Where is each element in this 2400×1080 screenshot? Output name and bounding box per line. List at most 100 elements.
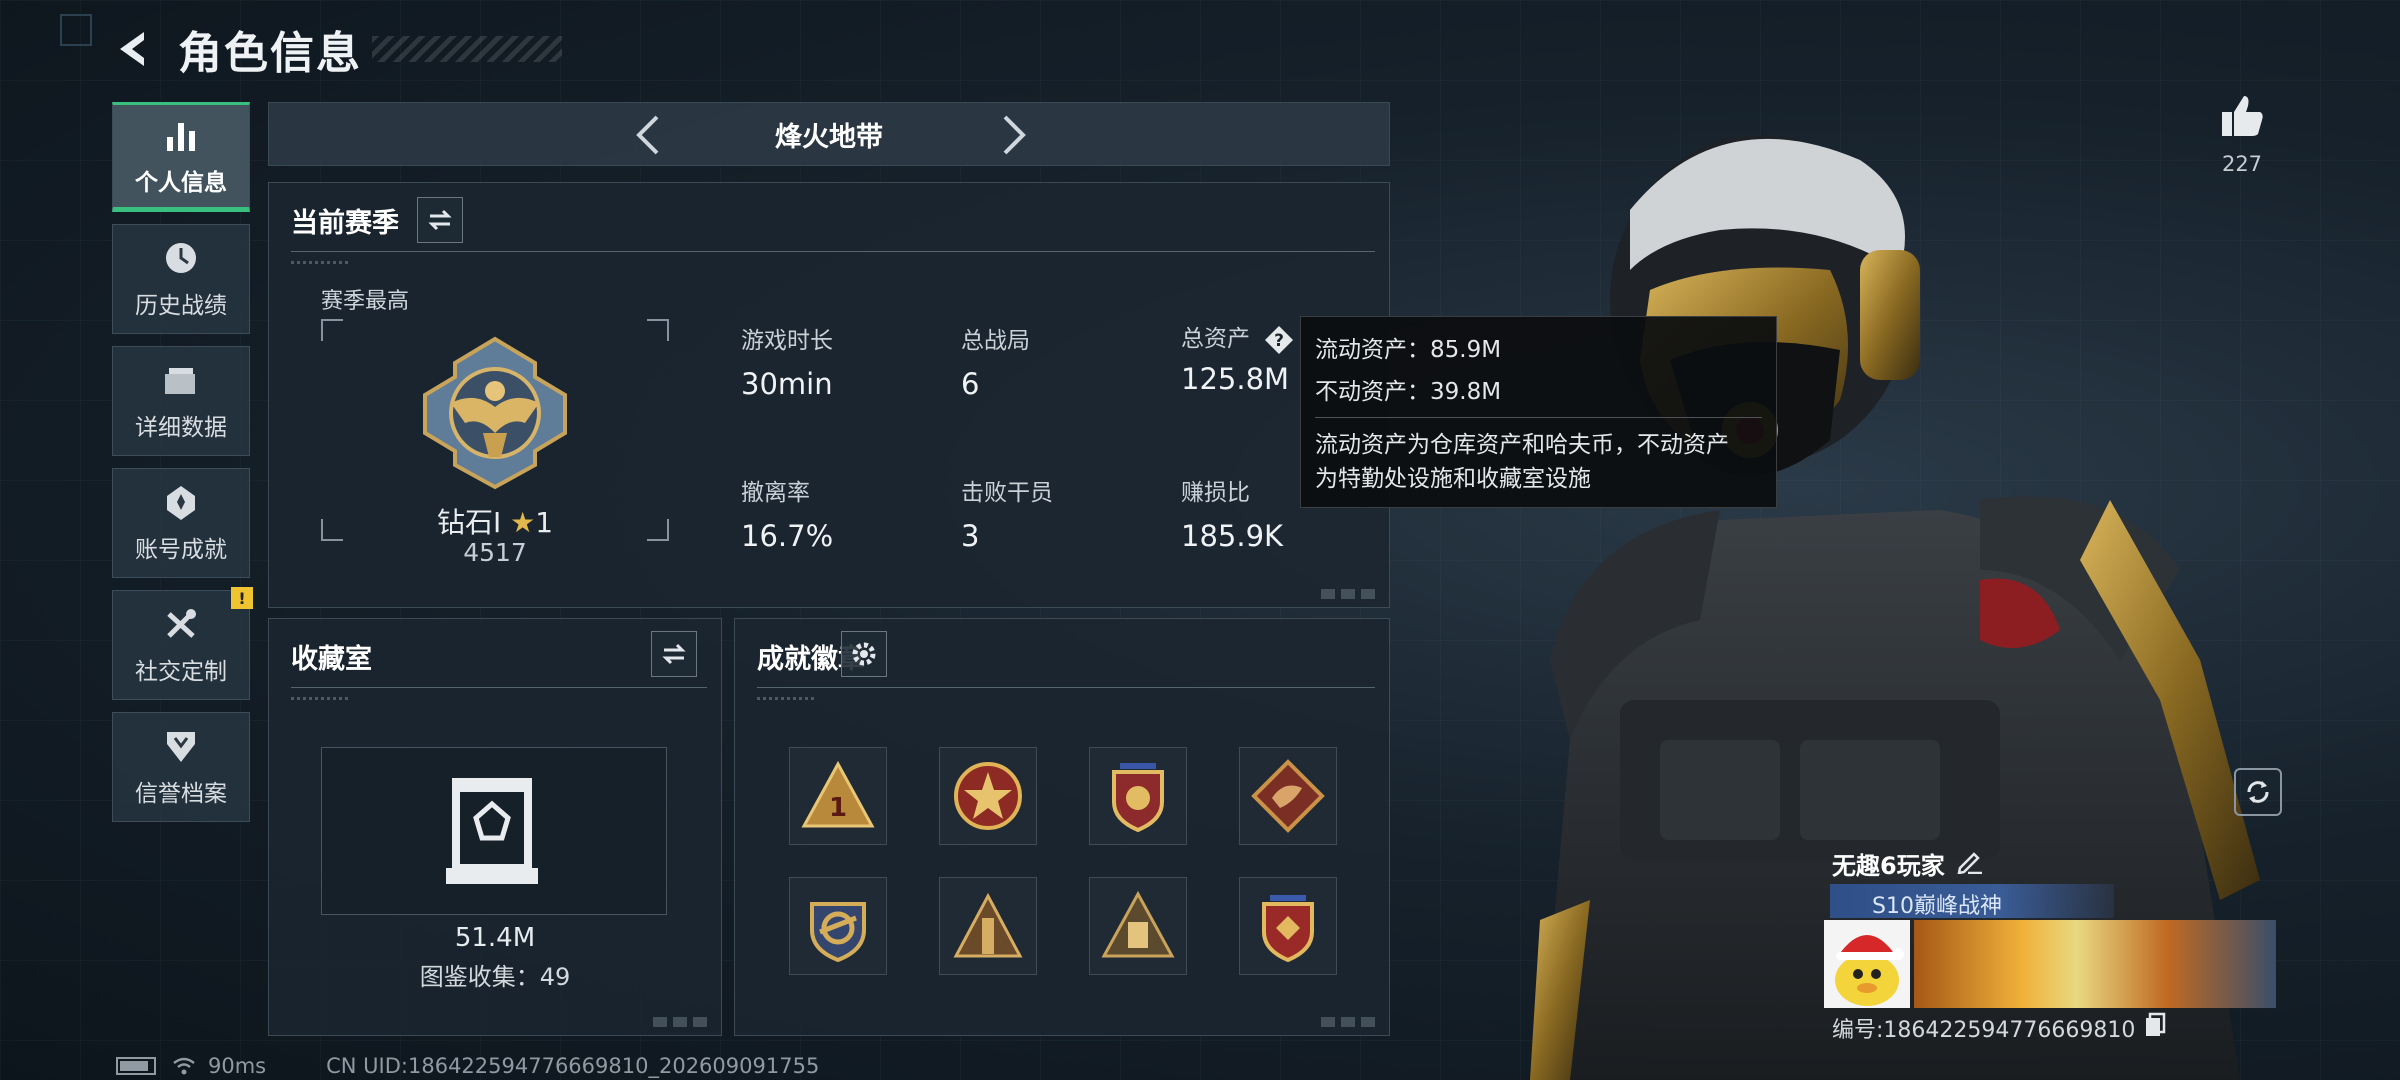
page-header: 角色信息 [110, 18, 562, 80]
clock-icon [166, 243, 196, 273]
panel-corner-decoration [1321, 1017, 1379, 1027]
sidebar-item-achievements[interactable]: 账号成就 [112, 468, 250, 578]
tooltip-note-line: 为特勤处设施和收藏室设施 [1315, 466, 1591, 492]
stat-extraction-rate: 撤离率 16.7% [741, 480, 834, 553]
sidebar-item-label: 信誉档案 [135, 781, 227, 807]
tooltip-liquid-assets: 流动资产：85.9M [1315, 337, 1502, 363]
badges-settings-button[interactable] [841, 631, 887, 677]
avatar[interactable] [1824, 920, 1910, 1008]
badge-slot[interactable] [1089, 747, 1187, 845]
svg-text:1: 1 [829, 793, 847, 823]
crest-badge-icon [810, 902, 866, 963]
edit-pencil-icon[interactable] [1956, 846, 1984, 874]
season-switch-button[interactable] [417, 197, 463, 243]
sidebar-item-label: 社交定制 [135, 659, 227, 685]
divider-dash [291, 261, 351, 264]
svg-text:?: ? [1274, 331, 1284, 351]
triangle-number-badge-icon: 1 [801, 760, 875, 828]
swap-icon [662, 643, 686, 665]
display-case-icon [446, 778, 538, 884]
stat-total-assets: 总资产 ? 125.8M [1181, 319, 1295, 396]
panel-corner-decoration [653, 1017, 711, 1027]
badge-slot[interactable] [1239, 747, 1337, 845]
achievement-badges-panel: 成就徽章 1 [734, 618, 1390, 1036]
medal-icon [167, 486, 195, 520]
stat-kills: 击败干员 3 [961, 480, 1053, 553]
mode-selector: 烽火地带 [268, 102, 1390, 166]
sidebar-item-history[interactable]: 历史战绩 [112, 224, 250, 334]
thumbs-up-icon [2222, 96, 2263, 136]
help-icon[interactable]: ? [1263, 324, 1295, 356]
tooltip-note-line: 流动资产为仓库资产和哈夫币，不动资产 [1315, 432, 1729, 458]
tooltip-fixed-assets: 不动资产：39.8M [1315, 379, 1502, 405]
assets-tooltip: 流动资产：85.9M 不动资产：39.8M 流动资产为仓库资产和哈夫币，不动资产… [1300, 316, 1777, 508]
collection-switch-button[interactable] [651, 631, 697, 677]
sidebar-item-label: 详细数据 [135, 415, 227, 441]
title-tag: S10巅峰战神 [1830, 884, 2114, 919]
corner-decoration [60, 14, 92, 46]
collection-count: 图鉴收集：49 [419, 963, 571, 991]
tools-icon [167, 609, 196, 638]
sidebar-item-detail-data[interactable]: 详细数据 [112, 346, 250, 456]
shield-ribbon-badge-icon [1262, 895, 1314, 963]
player-id: 编号:186422594776669810 [1832, 1018, 2136, 1043]
bar-chart-icon [167, 123, 195, 151]
wifi-icon [173, 1057, 195, 1075]
mode-name: 烽火地带 [775, 121, 883, 153]
badge-slot[interactable] [789, 877, 887, 975]
title-decoration [372, 36, 562, 62]
rotate-model-button[interactable] [2234, 768, 2282, 816]
badge-slot[interactable] [939, 747, 1037, 845]
shield-star-badge-icon [1112, 763, 1164, 833]
tower-triangle-badge-icon [953, 892, 1023, 958]
divider [291, 687, 707, 688]
panel-corner-decoration [1321, 589, 1379, 599]
season-panel: 当前赛季 赛季最高 钻石I ★1 4517 游戏时长 30min 总战局 6 总… [268, 182, 1390, 608]
sidebar-item-personal-info[interactable]: 个人信息 [112, 102, 250, 212]
stat-profit-ratio: 赚损比 185.9K [1181, 480, 1284, 553]
player-banner[interactable] [1914, 920, 2276, 1008]
rank-emblem-icon [423, 336, 567, 490]
star-medal-badge-icon [954, 762, 1022, 830]
sidebar-item-reputation[interactable]: 信誉档案 [112, 712, 250, 822]
copy-icon[interactable] [2144, 1012, 2166, 1038]
prev-mode-arrow-icon[interactable] [627, 113, 671, 157]
sidebar-item-label: 个人信息 [135, 170, 227, 196]
divider [1315, 417, 1762, 418]
status-bar: 90ms CN UID:186422594776669810_202609091… [116, 1054, 819, 1078]
badge-slot[interactable] [1239, 877, 1337, 975]
like-button[interactable]: 227 [2214, 92, 2270, 176]
notification-badge: ! [231, 587, 253, 609]
star-icon: ★ [510, 506, 536, 539]
rank-score: 4517 [463, 538, 527, 567]
collection-title: 收藏室 [291, 644, 372, 675]
divider-dash [291, 697, 351, 700]
swap-icon [428, 209, 452, 231]
next-mode-arrow-icon[interactable] [991, 113, 1035, 157]
badge-slot[interactable] [939, 877, 1037, 975]
badge-slot[interactable]: 1 [789, 747, 887, 845]
sidebar-item-label: 账号成就 [135, 537, 227, 563]
avatar-image [1824, 920, 1910, 1008]
stat-total-matches: 总战局 6 [961, 328, 1030, 401]
ping-value: 90ms [208, 1054, 267, 1078]
sidebar: 个人信息 历史战绩 详细数据 账号成就 社交定制 ! 信誉档案 [112, 102, 253, 834]
collection-value: 51.4M [454, 923, 536, 953]
sidebar-item-label: 历史战绩 [135, 293, 227, 319]
player-name: 无趣6玩家 [1832, 852, 1945, 880]
rotate-icon [2247, 781, 2269, 803]
gear-icon [852, 642, 876, 666]
dragon-diamond-badge-icon [1251, 759, 1325, 833]
uid-text: CN UID:186422594776669810_202609091755 [326, 1054, 820, 1078]
document-triangle-badge-icon [1101, 890, 1175, 958]
back-arrow-icon[interactable] [110, 26, 156, 72]
folder-icon [165, 368, 195, 394]
divider-dash [757, 697, 817, 700]
season-best-label: 赛季最高 [321, 289, 410, 314]
badge-slot[interactable] [1089, 877, 1187, 975]
rank-name: 钻石I ★1 [436, 506, 554, 539]
divider [291, 251, 1375, 252]
sidebar-item-social[interactable]: 社交定制 ! [112, 587, 253, 700]
collection-panel[interactable]: 收藏室 51.4M 图鉴收集：49 [268, 618, 722, 1036]
shield-icon [167, 732, 195, 762]
